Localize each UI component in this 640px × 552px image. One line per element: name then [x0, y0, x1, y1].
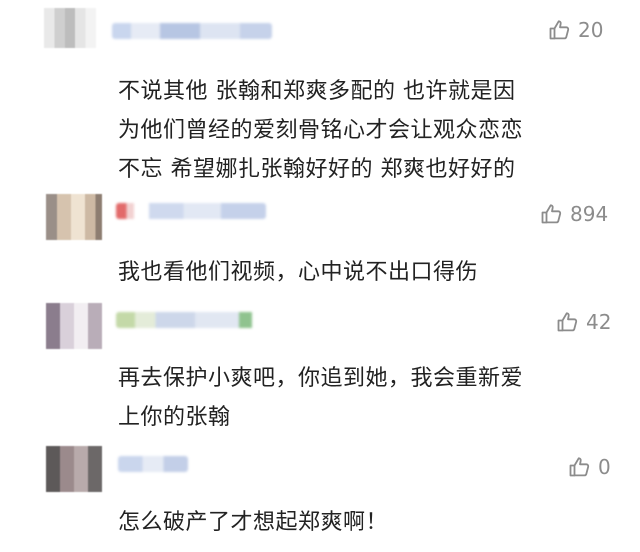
avatar[interactable] — [46, 446, 102, 492]
comment-line: 不说其他 张翰和郑爽多配的 也许就是因 — [118, 79, 516, 104]
like-count: 0 — [598, 455, 611, 479]
thumbs-up-icon — [548, 18, 572, 42]
like-count: 42 — [586, 310, 612, 334]
comment-line: 怎么破产了才想起郑爽啊！ — [118, 510, 389, 535]
like-button[interactable]: 894 — [540, 202, 608, 226]
like-button[interactable]: 20 — [548, 18, 603, 42]
like-button[interactable]: 0 — [568, 455, 611, 479]
thumbs-up-icon — [568, 455, 592, 479]
username-blurred[interactable] — [116, 203, 266, 219]
username-blurred[interactable] — [116, 312, 274, 328]
like-button[interactable]: 42 — [556, 310, 611, 334]
like-count: 894 — [570, 202, 609, 226]
comment-text: 再去保护小爽吧，你追到她，我会重新爱 上你的张翰 — [118, 359, 618, 437]
thumbs-up-icon — [556, 310, 580, 334]
avatar[interactable] — [44, 8, 96, 48]
avatar[interactable] — [46, 303, 102, 349]
thumbs-up-icon — [540, 202, 564, 226]
avatar[interactable] — [46, 194, 102, 240]
comment-line: 为他们曾经的爱刻骨铭心才会让观众恋恋 — [118, 118, 524, 143]
comment-line: 再去保护小爽吧，你追到她，我会重新爱 — [118, 366, 524, 391]
username-blurred[interactable] — [118, 456, 188, 472]
username-blurred[interactable] — [112, 23, 272, 39]
comment-text: 不说其他 张翰和郑爽多配的 也许就是因 为他们曾经的爱刻骨铭心才会让观众恋恋 不… — [118, 72, 618, 189]
like-count: 20 — [578, 18, 604, 42]
comment-line: 我也看他们视频，心中说不出口得伤 — [118, 260, 479, 285]
comment-line: 不忘 希望娜扎张翰好好的 郑爽也好好的 — [118, 157, 516, 182]
comment-text: 我也看他们视频，心中说不出口得伤 — [118, 253, 618, 292]
comment-text: 怎么破产了才想起郑爽啊！ — [118, 503, 618, 542]
comment-line: 上你的张翰 — [118, 405, 231, 430]
